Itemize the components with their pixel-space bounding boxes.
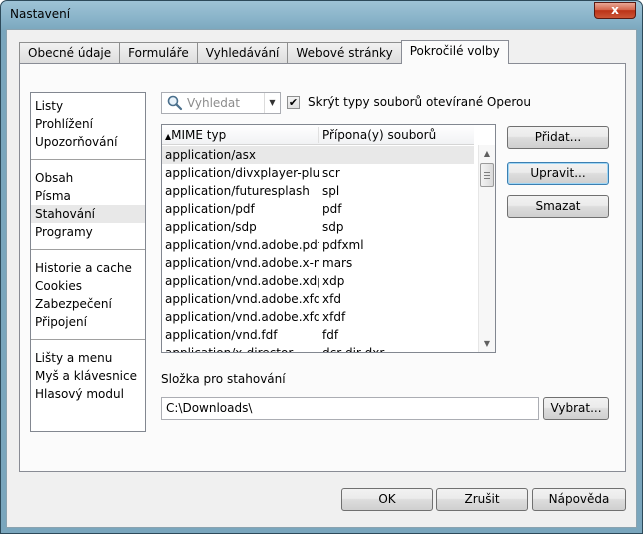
title-bar[interactable]: Nastavení x — [1, 1, 642, 29]
mime-type-cell: application/vnd.fdf — [165, 328, 278, 342]
extension-cell: scr — [322, 166, 340, 180]
extension-cell: mars — [322, 256, 353, 270]
table-row[interactable]: application/vnd.adobe.pdfx...pdfxml — [162, 236, 474, 254]
mime-type-cell: application/vnd.adobe.xfd... — [165, 292, 319, 306]
table-row[interactable]: application/vnd.adobe.xfdf xfdf — [162, 308, 474, 326]
category-history-cache[interactable]: Historie a cache — [31, 259, 145, 277]
advanced-tab-panel: Listy Prohlížení Upozorňování Obsah Písm… — [19, 63, 626, 472]
extension-cell: dcr dir dxr — [322, 346, 385, 353]
category-cookies[interactable]: Cookies — [31, 277, 145, 295]
search-input[interactable]: Vyhledat ▼ — [161, 92, 281, 114]
extension-cell: sdp — [322, 220, 344, 234]
tab-search[interactable]: Vyhledávání — [196, 42, 289, 64]
table-row[interactable]: application/pdf pdf — [162, 200, 474, 218]
mime-type-cell: application/x-director — [165, 346, 294, 353]
mime-type-cell: application/asx — [165, 148, 256, 162]
extension-cell: xfdf — [322, 310, 346, 324]
settings-window: Nastavení x Obecné údaje Formuláře Vyhle… — [0, 0, 643, 534]
chevron-up-icon: ▲ — [483, 149, 491, 158]
chevron-down-icon: ▼ — [483, 339, 491, 348]
dialog-client-area: Obecné údaje Formuláře Vyhledávání Webov… — [6, 29, 637, 528]
scroll-thumb[interactable] — [480, 163, 494, 187]
table-row[interactable]: application/vnd.adobe.xfd... xfd — [162, 290, 474, 308]
edit-button[interactable]: Upravit... — [507, 162, 609, 185]
browse-button[interactable]: Vybrat... — [543, 397, 609, 420]
category-browsing[interactable]: Prohlížení — [31, 115, 145, 133]
category-separator — [31, 249, 145, 250]
download-folder-input[interactable]: C:\Downloads\ — [161, 397, 539, 420]
chevron-down-icon: ▼ — [269, 98, 276, 107]
table-row[interactable]: application/x-director dcr dir dxr — [162, 344, 474, 353]
extension-cell: fdf — [322, 328, 339, 342]
scroll-down-button[interactable]: ▼ — [479, 335, 495, 352]
category-list: Listy Prohlížení Upozorňování Obsah Písm… — [30, 92, 146, 432]
category-network[interactable]: Připojení — [31, 313, 145, 331]
tab-strip: Obecné údaje Formuláře Vyhledávání Webov… — [19, 40, 509, 64]
category-fonts[interactable]: Písma — [31, 187, 145, 205]
mime-type-cell: application/vnd.adobe.xdp... — [165, 274, 319, 288]
magnifier-icon — [167, 95, 183, 111]
window-title: Nastavení — [10, 7, 71, 21]
delete-button[interactable]: Smazat — [507, 195, 609, 218]
mime-type-cell: application/vnd.adobe.xfdf — [165, 310, 319, 324]
category-mouse-keyboard[interactable]: Myš a klávesnice — [31, 367, 145, 385]
tab-web-pages[interactable]: Webové stránky — [287, 42, 402, 64]
category-programs[interactable]: Programy — [31, 223, 145, 241]
grip-line — [484, 178, 490, 179]
search-dropdown-button[interactable]: ▼ — [264, 93, 280, 113]
grip-line — [484, 175, 490, 176]
download-folder-label: Složka pro stahování — [161, 372, 286, 386]
extension-cell: xfd — [322, 292, 341, 306]
table-header: ▲MIME typ Přípona(y) souborů — [162, 125, 474, 145]
table-row[interactable]: application/sdp sdp — [162, 218, 474, 236]
table-row[interactable]: application/futuresplash spl — [162, 182, 474, 200]
category-tabs[interactable]: Listy — [31, 97, 145, 115]
hide-types-label: Skrýt typy souborů otevírané Operou — [308, 95, 531, 109]
column-header-mime[interactable]: ▲MIME typ — [165, 128, 226, 142]
table-row[interactable]: application/asx — [162, 146, 474, 164]
tab-forms[interactable]: Formuláře — [119, 42, 198, 64]
column-header-extensions[interactable]: Přípona(y) souborů — [322, 128, 436, 142]
mime-type-cell: application/sdp — [165, 220, 257, 234]
category-content[interactable]: Obsah — [31, 169, 145, 187]
ok-button[interactable]: OK — [341, 488, 433, 511]
add-button[interactable]: Přidat... — [507, 126, 609, 149]
category-separator — [31, 159, 145, 160]
table-row[interactable]: application/vnd.fdf fdf — [162, 326, 474, 344]
close-button[interactable]: x — [594, 2, 636, 19]
category-separator — [31, 339, 145, 340]
mime-type-cell: application/vnd.adobe.pdfx... — [165, 238, 319, 252]
table-row[interactable]: application/vnd.adobe.x-m...mars — [162, 254, 474, 272]
mime-type-cell: application/divxplayer-plug... — [165, 166, 319, 180]
cancel-button[interactable]: Zrušit — [436, 488, 528, 511]
search-placeholder: Vyhledat — [187, 96, 240, 110]
mime-type-table: ▲MIME typ Přípona(y) souborů application… — [161, 124, 496, 353]
category-toolbars-menus[interactable]: Lišty a menu — [31, 349, 145, 367]
checkmark-icon: ✔ — [288, 96, 299, 109]
table-row[interactable]: application/divxplayer-plug...scr — [162, 164, 474, 182]
hide-types-checkbox[interactable]: ✔ — [287, 96, 300, 109]
help-button[interactable]: Nápověda — [532, 488, 626, 511]
category-downloads[interactable]: Stahování — [31, 205, 145, 223]
category-voice[interactable]: Hlasový modul — [31, 385, 145, 403]
grip-line — [484, 172, 490, 173]
extension-cell: pdf — [322, 202, 342, 216]
table-row[interactable]: application/vnd.adobe.xdp...xdp — [162, 272, 474, 290]
category-notifications[interactable]: Upozorňování — [31, 133, 145, 151]
tab-general[interactable]: Obecné údaje — [19, 42, 121, 64]
close-icon: x — [611, 3, 619, 17]
mime-type-cell: application/futuresplash — [165, 184, 310, 198]
extension-cell: pdfxml — [322, 238, 364, 252]
mime-type-cell: application/vnd.adobe.x-m... — [165, 256, 319, 270]
column-divider[interactable] — [318, 127, 319, 143]
extension-cell: xdp — [322, 274, 345, 288]
mime-type-cell: application/pdf — [165, 202, 255, 216]
vertical-scrollbar[interactable]: ▲ ▼ — [478, 145, 495, 352]
tab-advanced[interactable]: Pokročilé volby — [400, 40, 509, 64]
scroll-up-button[interactable]: ▲ — [479, 145, 495, 162]
extension-cell: spl — [322, 184, 340, 198]
category-security[interactable]: Zabezpečení — [31, 295, 145, 313]
